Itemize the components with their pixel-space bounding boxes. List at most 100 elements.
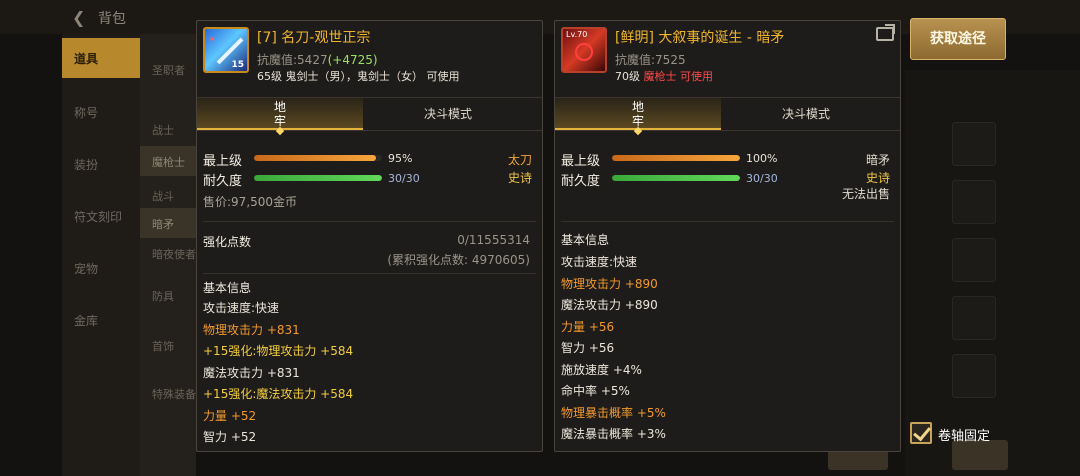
max-level-label: 最上级 — [561, 154, 601, 169]
weapon-type: 暗矛 — [865, 153, 890, 167]
subtab-battle[interactable]: 战斗 — [140, 180, 196, 210]
divider — [561, 221, 894, 222]
tab-active-indicator-icon — [275, 126, 285, 136]
magic-resist-value: 抗魔值:5427 — [257, 53, 328, 67]
enhance-points-label: 强化点数 — [203, 235, 252, 249]
stat-line: 物理攻击力 +890 — [561, 276, 658, 291]
tab-duel-mode[interactable]: 决斗模式 — [365, 98, 531, 130]
sidebar-item-pets[interactable]: 宠物 — [62, 248, 140, 288]
inventory-slot[interactable] — [952, 296, 996, 340]
subtab-special[interactable]: 特殊装备 — [140, 378, 196, 408]
back-arrow-icon[interactable]: ❮ — [72, 8, 85, 27]
obtain-method-button[interactable]: 获取途径 — [910, 18, 1006, 60]
max-level-bar-fill — [612, 155, 740, 161]
durability-value: 30/30 — [746, 172, 778, 185]
durability-bar-fill — [254, 175, 382, 181]
stat-line: 攻击速度:快速 — [203, 301, 280, 315]
stat-line: 物理攻击力 +831 — [203, 322, 300, 337]
inventory-sidebar: 道具 称号 装扮 符文刻印 宠物 金库 — [62, 34, 140, 476]
subtab-night[interactable]: 暗夜使者 — [140, 238, 196, 268]
item-requirement: 70级 魔枪士 可使用 — [615, 68, 713, 84]
max-level-value: 100% — [746, 152, 778, 165]
durability-bar-fill — [612, 175, 740, 181]
inventory-slot[interactable] — [952, 354, 996, 398]
weapon-type: 太刀 — [507, 153, 532, 167]
subtab-fighter[interactable]: 战士 — [140, 114, 196, 144]
magic-resist: 抗魔值:5427(+4725) — [257, 51, 378, 68]
stat-line: +15强化:物理攻击力 +584 — [203, 344, 354, 358]
subtab-armor[interactable]: 防具 — [140, 280, 196, 310]
tab-dungeon[interactable]: 地牢 — [555, 98, 721, 136]
sidebar-item-vault[interactable]: 金库 — [62, 300, 140, 340]
subtab-accessories[interactable]: 首饰 — [140, 330, 196, 360]
scroll-pin-label: 卷轴固定 — [938, 429, 991, 444]
mode-tabs: 地牢 决斗模式 — [197, 97, 542, 136]
requirement-class: 魔枪士 — [643, 70, 677, 83]
tab-dungeon-label: 地牢 — [631, 100, 644, 128]
divider — [203, 221, 536, 222]
durability-bar — [612, 175, 740, 181]
tab-dungeon-label: 地牢 — [273, 100, 286, 128]
unusable-icon — [575, 43, 593, 61]
item-enhance-level: 15 — [231, 60, 244, 70]
sell-price: 售价:97,500金币 — [203, 195, 298, 209]
sidebar-item-titles[interactable]: 称号 — [62, 92, 140, 132]
inventory-slot[interactable] — [952, 238, 996, 282]
item-rarity: 史诗 — [865, 171, 890, 185]
stat-line: 魔法攻击力 +890 — [561, 298, 658, 312]
stat-list: 攻击速度:快速物理攻击力 +890 魔法攻击力 +890 力量 +56 智力 +56 施… — [561, 252, 666, 446]
durability-bar — [254, 175, 382, 181]
stat-line: 力量 +56 — [561, 319, 615, 334]
max-level-value: 95% — [388, 152, 413, 165]
tab-duel-mode[interactable]: 决斗模式 — [723, 98, 889, 130]
requirement-level: 70级 — [615, 70, 644, 83]
stat-line: 魔法暴击概率 +3% — [561, 427, 666, 441]
item-tooltip-compare: Lv.70 [鲜明] 大叙事的诞生 - 暗矛 抗魔值:7525 70级 魔枪士 … — [554, 20, 901, 452]
item-badge-icon: ✦ — [207, 33, 219, 47]
stat-line: 力量 +52 — [203, 408, 257, 423]
stat-line: 物理暴击概率 +5% — [561, 405, 666, 420]
share-icon[interactable] — [876, 24, 895, 41]
item-rarity: 史诗 — [507, 171, 532, 185]
max-level-label: 最上级 — [203, 154, 243, 169]
basic-info-title: 基本信息 — [561, 233, 610, 247]
stat-line: 攻击速度:快速 — [561, 255, 638, 269]
sidebar-item-runes[interactable]: 符文刻印 — [62, 196, 140, 236]
stat-line: 施放速度 +4% — [561, 362, 642, 377]
item-name: [鲜明] 大叙事的诞生 - 暗矛 — [615, 30, 785, 46]
durability-value: 30/30 — [388, 172, 420, 185]
subtab-lancer[interactable]: 魔枪士 — [140, 146, 196, 176]
stat-line: 智力 +52 — [203, 430, 257, 444]
spear-item-icon: Lv.70 — [561, 27, 607, 73]
sidebar-item-items[interactable]: 道具 — [62, 38, 140, 78]
max-level-bar-fill — [254, 155, 376, 161]
stat-line: +15强化:魔法攻击力 +584 — [203, 387, 354, 401]
item-requirement: 65级 鬼剑士（男），鬼剑士（女） 可使用 — [257, 70, 460, 83]
tab-active-indicator-icon — [633, 126, 643, 136]
sell-status: 无法出售 — [841, 187, 890, 201]
bottom-button[interactable] — [952, 440, 1008, 470]
stat-list: 攻击速度:快速 物理攻击力 +831 +15强化:物理攻击力 +584 魔法攻击力 +… — [203, 298, 353, 449]
durability-label: 耐久度 — [203, 174, 243, 189]
durability-label: 耐久度 — [561, 174, 601, 189]
item-name: [7] 名刀-观世正宗 — [257, 30, 371, 46]
mode-tabs: 地牢 决斗模式 — [555, 97, 900, 136]
subcategory-list: 圣职者 战士 魔枪士 战斗 暗矛 暗夜使者 防具 首饰 特殊装备 — [140, 34, 196, 476]
inventory-slot[interactable] — [952, 180, 996, 224]
inventory-title: 背包 — [98, 11, 126, 27]
tab-dungeon[interactable]: 地牢 — [197, 98, 363, 136]
requirement-suffix: 可使用 — [676, 70, 713, 83]
max-level-bar — [254, 155, 382, 161]
scroll-pin-checkbox[interactable] — [910, 422, 932, 444]
sidebar-item-avatar[interactable]: 装扮 — [62, 144, 140, 184]
stat-line: 命中率 +5% — [561, 384, 630, 398]
max-level-bar — [612, 155, 740, 161]
subtab-priest[interactable]: 圣职者 — [140, 54, 196, 84]
stat-line: 智力 +56 — [561, 341, 615, 355]
inventory-slot[interactable] — [952, 122, 996, 166]
sword-item-icon: ✦ 15 — [203, 27, 249, 73]
subtab-dark-lance[interactable]: 暗矛 — [140, 208, 196, 238]
basic-info-title: 基本信息 — [203, 281, 252, 295]
magic-resist-value: 抗魔值:7525 — [615, 53, 686, 67]
magic-resist-bonus: (+4725) — [327, 53, 378, 67]
